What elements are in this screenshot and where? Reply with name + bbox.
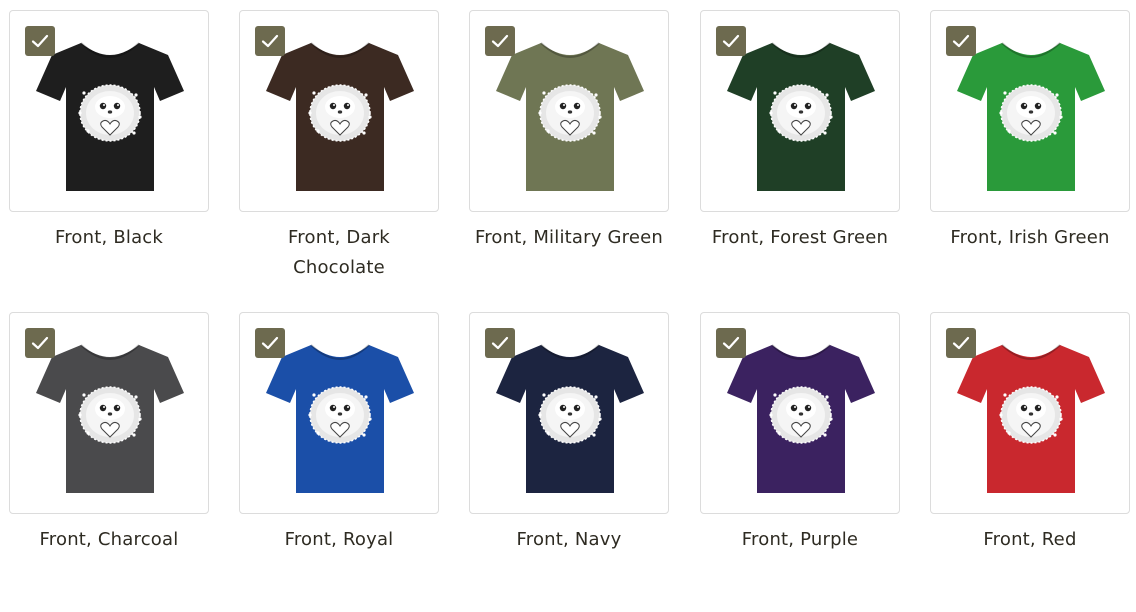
variant-label: Front, Black bbox=[54, 227, 164, 248]
checkmark-icon bbox=[722, 336, 740, 350]
checkmark-icon bbox=[491, 34, 509, 48]
variant-card-navy[interactable]: Front, Navy bbox=[469, 312, 669, 555]
variant-checkbox[interactable] bbox=[716, 328, 746, 358]
tshirt-image bbox=[957, 42, 1105, 191]
hedgehog-graphic bbox=[308, 84, 372, 142]
variant-card-royal[interactable]: Front, Royal bbox=[239, 312, 439, 555]
variant-card-military-green[interactable]: Front, Military Green bbox=[469, 10, 669, 253]
tshirt-image bbox=[266, 42, 414, 191]
variant-card-irish-green[interactable]: Front, Irish Green bbox=[930, 10, 1130, 253]
variant-card-dark-chocolate[interactable]: Front, Dark Chocolate bbox=[239, 10, 439, 283]
tshirt-image bbox=[727, 344, 875, 493]
hedgehog-graphic bbox=[78, 386, 142, 444]
checkmark-icon bbox=[722, 34, 740, 48]
checkmark-icon bbox=[31, 336, 49, 350]
tshirt-image bbox=[496, 344, 644, 493]
tshirt-image bbox=[957, 344, 1105, 493]
variant-label: Front, Red bbox=[983, 529, 1077, 550]
variant-checkbox[interactable] bbox=[946, 26, 976, 56]
checkmark-icon bbox=[261, 336, 279, 350]
checkmark-icon bbox=[952, 34, 970, 48]
checkmark-icon bbox=[261, 34, 279, 48]
hedgehog-graphic bbox=[769, 84, 833, 142]
variant-thumbnail[interactable] bbox=[9, 312, 209, 514]
variant-label: Front, Dark Chocolate bbox=[288, 227, 390, 278]
variant-checkbox[interactable] bbox=[946, 328, 976, 358]
variant-checkbox[interactable] bbox=[716, 26, 746, 56]
variant-card-red[interactable]: Front, Red bbox=[930, 312, 1130, 555]
variant-card-forest-green[interactable]: Front, Forest Green bbox=[700, 10, 900, 253]
variant-thumbnail[interactable] bbox=[239, 10, 439, 212]
variant-thumbnail[interactable] bbox=[700, 10, 900, 212]
variant-label: Front, Charcoal bbox=[39, 529, 179, 550]
tshirt-image bbox=[36, 344, 184, 493]
variant-card-black[interactable]: Front, Black bbox=[9, 10, 209, 253]
variant-row-2: Front, Charcoal Front, Royal Front, Navy bbox=[9, 312, 1133, 612]
variant-thumbnail[interactable] bbox=[930, 312, 1130, 514]
checkmark-icon bbox=[952, 336, 970, 350]
variant-checkbox[interactable] bbox=[25, 328, 55, 358]
tshirt-image bbox=[727, 42, 875, 191]
hedgehog-graphic bbox=[769, 386, 833, 444]
variant-card-purple[interactable]: Front, Purple bbox=[700, 312, 900, 555]
variant-thumbnail[interactable] bbox=[239, 312, 439, 514]
hedgehog-graphic bbox=[538, 84, 602, 142]
tshirt-image bbox=[496, 42, 644, 191]
hedgehog-graphic bbox=[999, 386, 1063, 444]
variant-card-charcoal[interactable]: Front, Charcoal bbox=[9, 312, 209, 555]
variant-label: Front, Navy bbox=[516, 529, 622, 550]
variant-thumbnail[interactable] bbox=[700, 312, 900, 514]
variant-label: Front, Military Green bbox=[474, 227, 664, 248]
variant-row-1: Front, Black Front, Dark Chocolate Front… bbox=[9, 10, 1133, 310]
variant-label: Front, Purple bbox=[741, 529, 859, 550]
variant-label: Front, Royal bbox=[284, 529, 394, 550]
checkmark-icon bbox=[31, 34, 49, 48]
variant-thumbnail[interactable] bbox=[9, 10, 209, 212]
hedgehog-graphic bbox=[538, 386, 602, 444]
variant-checkbox[interactable] bbox=[485, 26, 515, 56]
variant-checkbox[interactable] bbox=[25, 26, 55, 56]
variant-label: Front, Irish Green bbox=[950, 227, 1110, 248]
hedgehog-graphic bbox=[78, 84, 142, 142]
hedgehog-graphic bbox=[308, 386, 372, 444]
variant-thumbnail[interactable] bbox=[469, 10, 669, 212]
variant-checkbox[interactable] bbox=[255, 328, 285, 358]
variant-thumbnail[interactable] bbox=[930, 10, 1130, 212]
variant-label: Front, Forest Green bbox=[711, 227, 889, 248]
tshirt-image bbox=[266, 344, 414, 493]
checkmark-icon bbox=[491, 336, 509, 350]
variant-checkbox[interactable] bbox=[485, 328, 515, 358]
variant-thumbnail[interactable] bbox=[469, 312, 669, 514]
tshirt-image bbox=[36, 42, 184, 191]
variant-checkbox[interactable] bbox=[255, 26, 285, 56]
hedgehog-graphic bbox=[999, 84, 1063, 142]
